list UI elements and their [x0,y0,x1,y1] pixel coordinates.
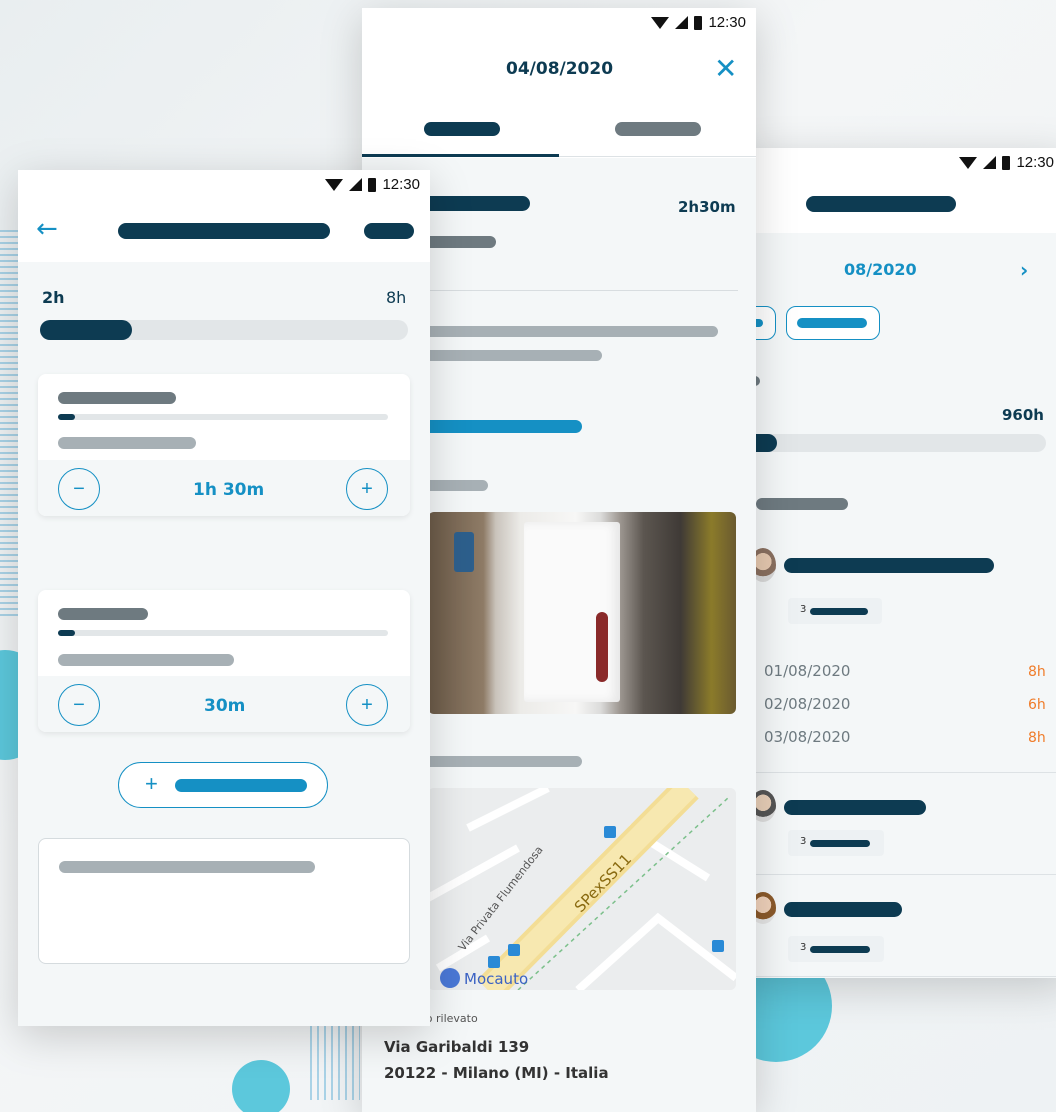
filter-chip[interactable] [786,306,880,340]
back-arrow-icon[interactable]: ← [36,214,58,244]
timesheet-screen: 12:30 ← 2h 8h − 1h 30m + − 30m + + [18,170,430,1026]
location-section-label [422,756,582,767]
photo-section-label [422,480,488,491]
entry-subtitle [58,437,196,449]
map-poi-label: Mocauto [464,970,529,988]
entry-subtitle [58,654,234,666]
status-time: 12:30 [1016,154,1054,171]
divider [740,772,1056,773]
notes-field[interactable] [38,838,410,964]
divider [559,156,756,157]
add-entry-label [175,779,307,792]
increase-button[interactable]: + [346,468,388,510]
entry-progress-fill [58,630,75,636]
day-hours: 8h [1028,730,1046,746]
header-action[interactable] [364,223,414,239]
entry-progress-track [58,414,388,420]
section-link[interactable] [422,420,582,433]
time-entry-card[interactable]: − 30m + [38,590,410,732]
tab-first[interactable] [362,108,559,158]
day-hours: 8h [1028,664,1046,680]
divider [422,290,738,291]
plus-icon: + [145,771,158,796]
status-bar: 12:30 [959,154,1054,171]
plus-icon: + [361,477,373,500]
battery-icon [1002,155,1011,170]
total-hours: 960h [1002,406,1044,424]
divider [740,976,1056,977]
minus-icon: − [73,477,85,500]
entry-duration: 30m [204,696,246,716]
entry-title [58,608,148,620]
add-entry-button[interactable]: + [118,762,328,808]
page-title [118,223,330,239]
month-progress-track [740,434,1046,452]
site-photo[interactable] [428,512,736,714]
map-canvas [428,788,736,990]
person-badge: 3 [788,598,882,624]
person-name [784,902,902,917]
decrease-button[interactable]: − [58,468,100,510]
background-stripes [310,1020,360,1100]
day-progress-fill [40,320,132,340]
activity-subtitle [422,236,496,248]
page-title [806,196,956,212]
location-map[interactable]: SPexSS11 Via Privata Flumendosa Mocauto [428,788,736,990]
person-badge: 3 [788,936,884,962]
background-circle [232,1060,290,1112]
section-heading [756,498,848,510]
tab-second[interactable] [559,108,756,158]
notes-placeholder [59,861,315,873]
background-stripes [0,230,20,620]
decrease-button[interactable]: − [58,684,100,726]
entry-progress-fill [58,414,75,420]
status-bar: 12:30 [651,14,746,31]
person-badge: 3 [788,830,884,856]
day-hours: 6h [1028,697,1046,713]
close-icon[interactable]: ✕ [714,52,737,85]
day-date: 02/08/2020 [764,695,851,713]
day-date: 03/08/2020 [764,728,851,746]
status-time: 12:30 [708,14,746,31]
month-label: 08/2020 [844,260,917,279]
entry-progress-track [58,630,388,636]
divider [740,874,1056,875]
increase-button[interactable]: + [346,684,388,726]
day-progress-track [40,320,408,340]
hours-total: 8h [386,288,407,307]
page-title: 04/08/2020 [506,59,614,79]
activity-duration: 2h30m [678,198,736,216]
monthly-report-screen: 12:30 08/2020 › 960h 3 01/08/2020 8h 02/… [740,148,1056,978]
battery-icon [368,177,377,192]
person-name [784,800,926,815]
wifi-icon [651,16,670,29]
day-date: 01/08/2020 [764,662,851,680]
plus-icon: + [361,693,373,716]
hours-done: 2h [42,288,65,307]
minus-icon: − [73,693,85,716]
next-month-chevron-icon[interactable]: › [1020,258,1028,282]
entry-duration: 1h 30m [193,480,265,500]
activity-title [422,196,530,211]
status-time: 12:30 [382,176,420,193]
tab-indicator [362,154,559,157]
address-line-2: 20122 - Milano (MI) - Italia [384,1064,609,1082]
description-line [422,326,718,337]
time-entry-card[interactable]: − 1h 30m + [38,374,410,516]
wifi-icon [325,178,344,191]
battery-icon [694,15,703,30]
signal-icon [349,178,363,191]
entry-title [58,392,176,404]
wifi-icon [959,156,978,169]
signal-icon [675,16,689,29]
status-bar: 12:30 [325,176,420,193]
signal-icon [983,156,997,169]
description-line [422,350,602,361]
person-name [784,558,994,573]
address-line-1: Via Garibaldi 139 [384,1038,530,1056]
